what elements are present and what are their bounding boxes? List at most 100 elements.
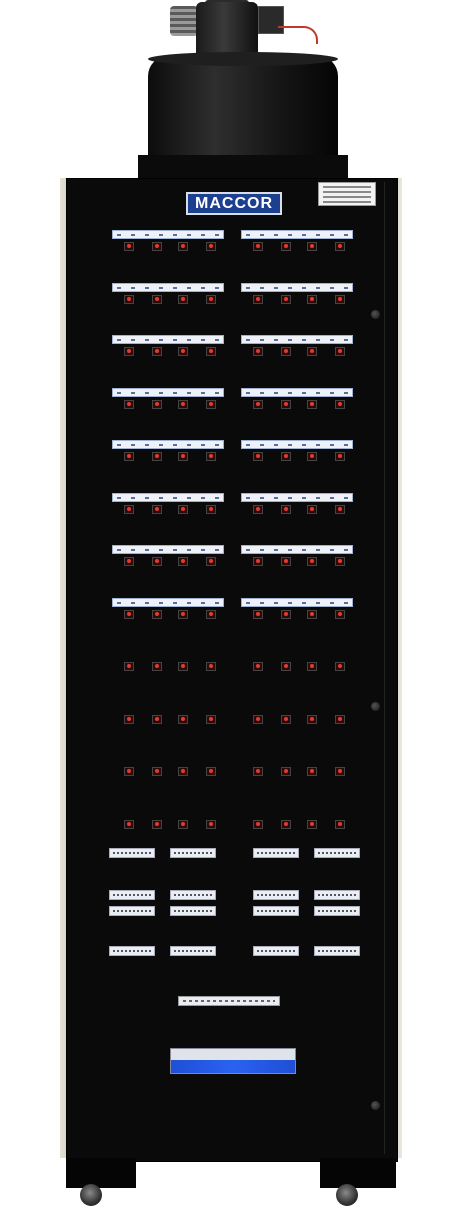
channel-indicator xyxy=(152,242,162,251)
fan-motor-gear xyxy=(170,6,198,36)
channel-indicator xyxy=(152,347,162,356)
channel-indicator xyxy=(281,294,291,304)
channel-indicator xyxy=(281,452,291,461)
channel-indicator xyxy=(307,557,317,566)
channel-indicator xyxy=(124,767,134,776)
channel-indicator xyxy=(253,557,263,566)
door-latch-top xyxy=(371,310,380,319)
channel-indicator xyxy=(178,662,188,671)
channel-label-strip xyxy=(112,597,224,607)
channel-indicator xyxy=(124,557,134,566)
channel-indicator xyxy=(307,609,317,619)
channel-indicator xyxy=(152,714,162,724)
lcd-display xyxy=(109,848,155,858)
channel-indicator xyxy=(178,504,188,514)
channel-indicator xyxy=(335,452,345,461)
channel-indicator xyxy=(307,294,317,304)
channel-indicator xyxy=(124,504,134,514)
channel-indicator xyxy=(206,767,216,776)
channel-indicator xyxy=(178,452,188,461)
channel-indicator xyxy=(152,767,162,776)
lcd-display xyxy=(314,906,360,916)
control-panel-label xyxy=(171,1049,295,1060)
control-panel xyxy=(170,1048,296,1074)
channel-label-strip xyxy=(241,387,353,397)
channel-indicator xyxy=(335,557,345,566)
channel-indicator xyxy=(178,557,188,566)
channel-indicator xyxy=(253,662,263,671)
channel-indicator xyxy=(281,609,291,619)
channel-indicator xyxy=(206,819,216,829)
channel-indicator xyxy=(253,714,263,724)
channel-indicator xyxy=(178,242,188,251)
control-panel-blue-strip xyxy=(171,1060,295,1073)
channel-indicator xyxy=(152,452,162,461)
cabinet-base-left xyxy=(66,1158,136,1188)
channel-indicator xyxy=(206,504,216,514)
channel-indicator xyxy=(152,662,162,671)
channel-indicator xyxy=(253,347,263,356)
channel-indicator xyxy=(124,452,134,461)
channel-indicator xyxy=(178,767,188,776)
channel-indicator xyxy=(178,609,188,619)
channel-label-strip xyxy=(112,230,224,239)
channel-indicator xyxy=(281,242,291,251)
channel-indicator xyxy=(178,347,188,356)
lcd-display xyxy=(170,946,216,956)
channel-indicator xyxy=(152,557,162,566)
channel-indicator xyxy=(124,609,134,619)
channel-indicator xyxy=(206,347,216,356)
door-latch-middle xyxy=(371,702,380,711)
channel-label-strip xyxy=(112,440,224,449)
channel-indicator xyxy=(335,714,345,724)
lcd-display xyxy=(314,890,360,900)
channel-indicator xyxy=(335,504,345,514)
channel-indicator xyxy=(307,819,317,829)
channel-indicator xyxy=(124,294,134,304)
channel-indicator xyxy=(124,242,134,251)
channel-indicator xyxy=(152,294,162,304)
channel-indicator xyxy=(206,609,216,619)
channel-indicator xyxy=(335,242,345,251)
channel-indicator xyxy=(335,399,345,409)
door-seam xyxy=(384,182,385,1154)
channel-indicator xyxy=(253,242,263,251)
channel-indicator xyxy=(307,399,317,409)
channel-indicator xyxy=(281,557,291,566)
channel-label-strip xyxy=(241,335,353,344)
channel-indicator xyxy=(253,819,263,829)
channel-indicator xyxy=(178,714,188,724)
channel-indicator xyxy=(124,662,134,671)
channel-indicator xyxy=(307,242,317,251)
channel-indicator xyxy=(178,819,188,829)
lcd-display xyxy=(170,848,216,858)
channel-indicator xyxy=(307,504,317,514)
channel-label-strip xyxy=(112,282,224,292)
caster-wheel-right xyxy=(336,1184,358,1206)
lcd-display xyxy=(253,946,299,956)
channel-label-strip xyxy=(241,230,353,239)
channel-indicator xyxy=(335,347,345,356)
channel-indicator xyxy=(335,294,345,304)
channel-indicator xyxy=(206,399,216,409)
channel-indicator xyxy=(281,399,291,409)
maccor-logo: MACCOR xyxy=(186,192,282,215)
channel-indicator xyxy=(281,504,291,514)
caster-wheel-left xyxy=(80,1184,102,1206)
channel-label-strip xyxy=(112,335,224,344)
channel-label-strip xyxy=(241,492,353,502)
channel-indicator xyxy=(253,767,263,776)
channel-indicator xyxy=(152,504,162,514)
lcd-display xyxy=(253,906,299,916)
channel-indicator xyxy=(206,714,216,724)
channel-indicator xyxy=(253,504,263,514)
cabinet-front-door xyxy=(66,178,398,1162)
cabinet-base-right xyxy=(320,1158,396,1188)
channel-indicator xyxy=(307,452,317,461)
channel-indicator xyxy=(206,294,216,304)
channel-label-strip xyxy=(112,492,224,502)
lcd-display xyxy=(170,906,216,916)
channel-indicator xyxy=(206,557,216,566)
channel-label-strip xyxy=(241,597,353,607)
lcd-display xyxy=(253,848,299,858)
